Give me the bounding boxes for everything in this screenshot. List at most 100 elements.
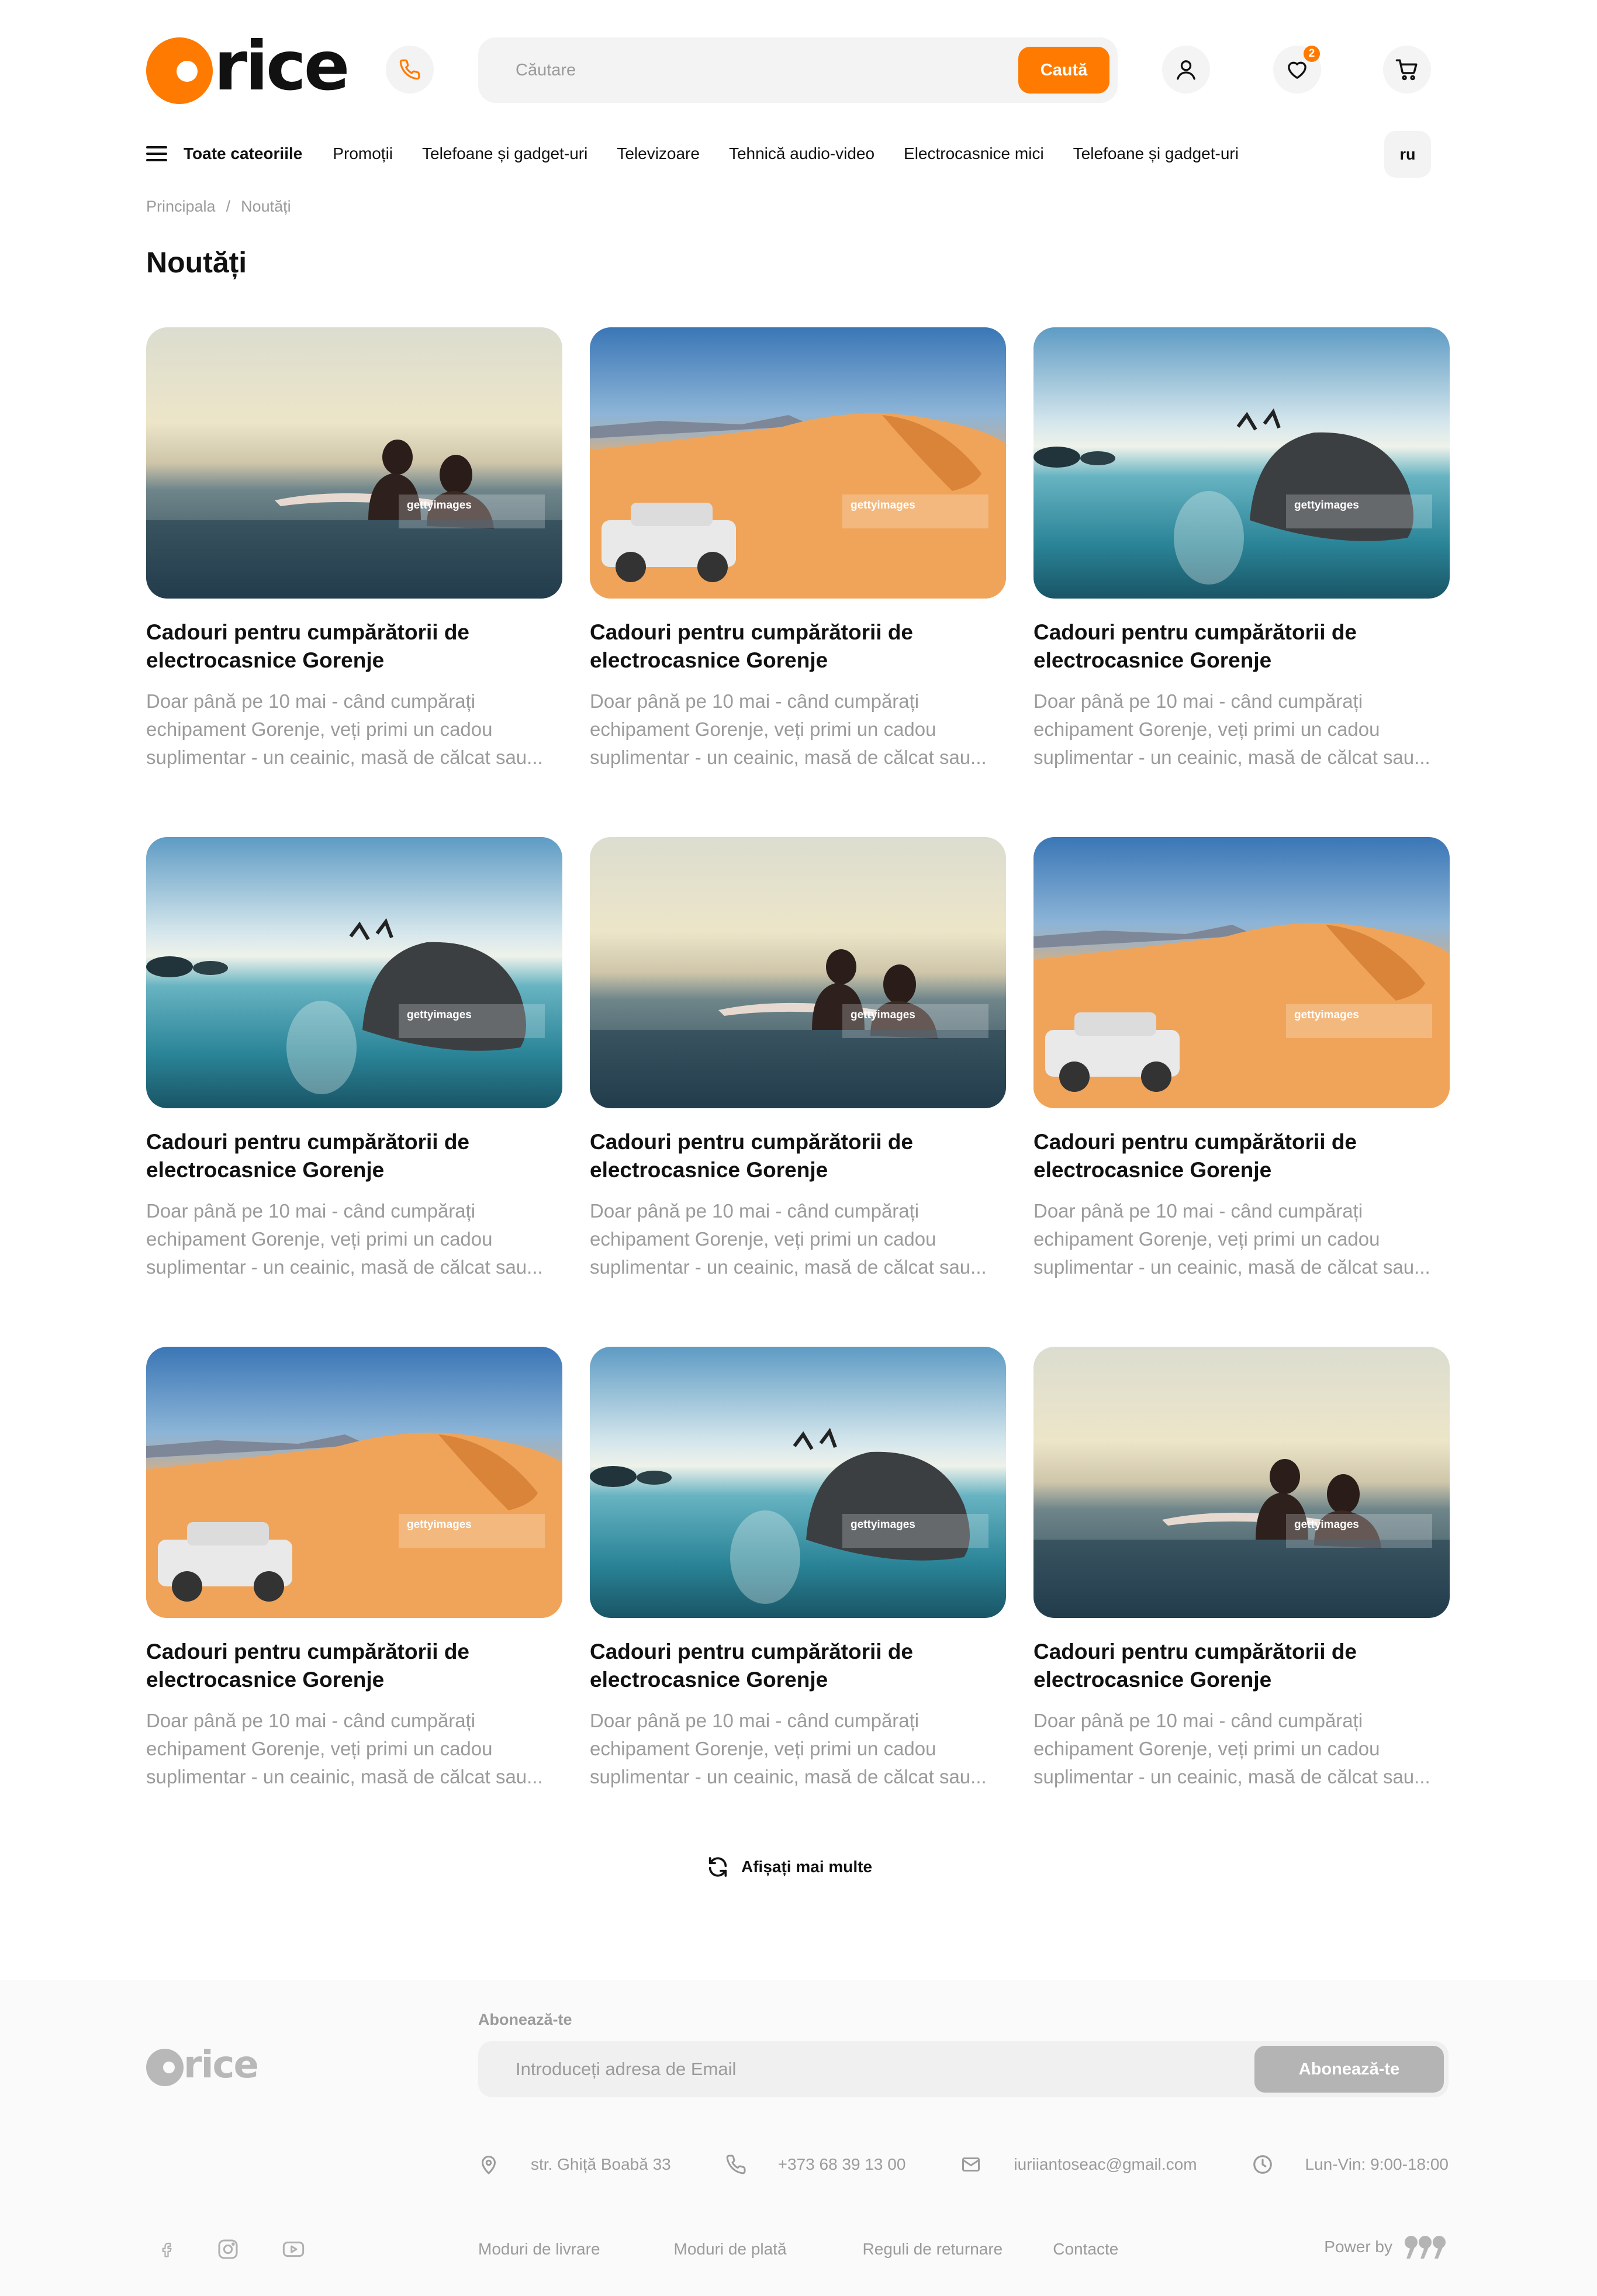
footer-logo-text: rice <box>184 2043 259 2087</box>
breadcrumb-current: Noutăți <box>241 198 291 215</box>
news-card-image[interactable]: gettyimages <box>590 837 1006 1108</box>
news-photo-rock-jump <box>590 1347 1006 1618</box>
nav-item-audio-video[interactable]: Tehnică audio-video <box>729 144 874 163</box>
watermark: gettyimages <box>1286 1514 1432 1548</box>
news-card-image[interactable]: gettyimages <box>146 1347 562 1618</box>
news-card-excerpt: Doar până pe 10 mai - când cumpărați ech… <box>146 690 543 768</box>
news-card-image[interactable]: gettyimages <box>146 327 562 599</box>
news-card-8[interactable]: gettyimages Cadouri pentru cumpărătorii … <box>590 1347 1006 1787</box>
instagram-icon[interactable] <box>216 2238 240 2261</box>
car-wheel <box>1141 1061 1171 1092</box>
nav-item-promotions[interactable]: Promoții <box>333 144 393 163</box>
news-card-4[interactable]: gettyimages Cadouri pentru cumpărătorii … <box>146 837 562 1278</box>
island <box>590 1466 637 1487</box>
news-card-2[interactable]: gettyimages Cadouri pentru cumpărătorii … <box>590 327 1006 768</box>
news-card-image[interactable]: gettyimages <box>590 327 1006 599</box>
watermark-text: gettyimages <box>407 1519 472 1531</box>
phone-button[interactable] <box>386 46 434 94</box>
powered-by-label: Power by <box>1324 2238 1392 2256</box>
nav-item-tvs[interactable]: Televizoare <box>617 144 700 163</box>
language-switch[interactable]: ru <box>1384 131 1431 178</box>
watermark: gettyimages <box>399 1004 545 1038</box>
show-more-button[interactable]: Afișați mai multe <box>706 1855 872 1879</box>
footer-link-delivery[interactable]: Moduri de livrare <box>478 2240 600 2259</box>
footer-link-contacts[interactable]: Contacte <box>1053 2240 1118 2259</box>
search-input[interactable] <box>516 55 983 85</box>
cart-button[interactable] <box>1383 46 1431 94</box>
news-card-excerpt: Doar până pe 10 mai - când cumpărați ech… <box>1033 690 1430 768</box>
news-card-title[interactable]: Cadouri pentru cumpărătorii de electroca… <box>1033 1128 1450 1184</box>
mail-icon <box>962 2157 980 2171</box>
news-card-title[interactable]: Cadouri pentru cumpărătorii de electroca… <box>1033 1638 1450 1694</box>
news-card-title[interactable]: Cadouri pentru cumpărătorii de electroca… <box>146 1638 562 1694</box>
news-card-image[interactable]: gettyimages <box>1033 837 1450 1108</box>
news-card-image[interactable]: gettyimages <box>1033 1347 1450 1618</box>
logo-text: rice <box>214 27 350 106</box>
email-field[interactable] <box>516 2055 1217 2083</box>
footer-logo-mark <box>146 2049 184 2086</box>
news-card-1[interactable]: gettyimages Cadouri pentru cumpărătorii … <box>146 327 562 768</box>
developer-logo-icon <box>1405 2236 1446 2259</box>
search-button[interactable]: Caută <box>1018 47 1109 94</box>
nav-item-phones[interactable]: Telefoane și gadget-uri <box>422 144 587 163</box>
breadcrumb-home[interactable]: Principala <box>146 198 216 216</box>
news-card-title[interactable]: Cadouri pentru cumpărătorii de electroca… <box>146 1128 562 1184</box>
footer-logo[interactable]: rice <box>146 2043 259 2087</box>
news-card-6[interactable]: gettyimages Cadouri pentru cumpărătorii … <box>1033 837 1450 1278</box>
footer-link-payment[interactable]: Moduri de plată <box>674 2240 787 2259</box>
watermark-text: gettyimages <box>851 1519 915 1531</box>
news-card-image[interactable]: gettyimages <box>1033 327 1450 599</box>
site-logo[interactable]: rice <box>146 27 350 106</box>
car-roof <box>187 1522 269 1545</box>
all-categories-button[interactable]: Toate cateoriile <box>146 144 302 163</box>
contact-email[interactable]: iuriiantoseac@gmail.com <box>960 2154 1197 2175</box>
news-card-title[interactable]: Cadouri pentru cumpărătorii de electroca… <box>590 1638 1006 1694</box>
news-card-7[interactable]: gettyimages Cadouri pentru cumpărătorii … <box>146 1347 562 1787</box>
news-card-5[interactable]: gettyimages Cadouri pentru cumpărătorii … <box>590 837 1006 1278</box>
watermark-text: gettyimages <box>851 499 915 511</box>
news-card-title[interactable]: Cadouri pentru cumpărătorii de electroca… <box>590 618 1006 675</box>
news-photo-desert-car <box>146 1347 562 1618</box>
news-card-title[interactable]: Cadouri pentru cumpărătorii de electroca… <box>1033 618 1450 675</box>
heart-icon <box>1288 61 1306 79</box>
car-roof <box>631 503 713 526</box>
powered-by[interactable]: Power by <box>1324 2234 1449 2260</box>
car-wheel <box>1059 1061 1090 1092</box>
person-head <box>440 455 472 495</box>
news-card-title[interactable]: Cadouri pentru cumpărătorii de electroca… <box>146 618 562 675</box>
social-links <box>158 2238 347 2261</box>
watermark: gettyimages <box>842 1004 988 1038</box>
address-text: str. Ghiță Boabă 33 <box>531 2155 671 2173</box>
news-card-excerpt: Doar până pe 10 mai - când cumpărați ech… <box>590 1200 987 1278</box>
island <box>1033 447 1080 468</box>
subscribe-form: Abonează-te <box>478 2041 1449 2097</box>
news-card-image[interactable]: gettyimages <box>590 1347 1006 1618</box>
phone-icon <box>726 2155 746 2174</box>
nav-item-phones-2[interactable]: Telefoane și gadget-uri <box>1073 144 1239 163</box>
news-card-image[interactable]: gettyimages <box>146 837 562 1108</box>
water-shadow <box>1033 1540 1450 1618</box>
contact-phone[interactable]: +373 68 39 13 00 <box>725 2154 905 2175</box>
car-roof <box>1074 1012 1156 1036</box>
facebook-icon[interactable] <box>158 2238 175 2261</box>
watermark-text: gettyimages <box>407 499 472 511</box>
page-title: Noutăți <box>146 246 247 279</box>
youtube-icon[interactable] <box>281 2238 306 2261</box>
wishlist-button[interactable]: 2 <box>1273 46 1321 94</box>
footer-link-returns[interactable]: Reguli de returnare <box>863 2240 1003 2259</box>
user-icon <box>1177 60 1195 80</box>
menu-icon <box>146 146 167 161</box>
category-nav: Toate cateoriile Promoții Telefoane și g… <box>146 130 1451 178</box>
news-photo-desert-car <box>1033 837 1450 1108</box>
account-button[interactable] <box>1162 46 1210 94</box>
news-card-title[interactable]: Cadouri pentru cumpărătorii de electroca… <box>590 1128 1006 1184</box>
news-card-3[interactable]: gettyimages Cadouri pentru cumpărătorii … <box>1033 327 1450 768</box>
subscribe-button[interactable]: Abonează-te <box>1254 2046 1444 2093</box>
wishlist-count-badge: 2 <box>1304 46 1320 62</box>
watermark-text: gettyimages <box>407 1009 472 1021</box>
cart-icon <box>1395 59 1418 81</box>
nav-item-small-appliances[interactable]: Electrocasnice mici <box>904 144 1044 163</box>
news-card-9[interactable]: gettyimages Cadouri pentru cumpărătorii … <box>1033 1347 1450 1787</box>
watermark-text: gettyimages <box>1294 1519 1359 1531</box>
sun-glare <box>730 1510 800 1604</box>
